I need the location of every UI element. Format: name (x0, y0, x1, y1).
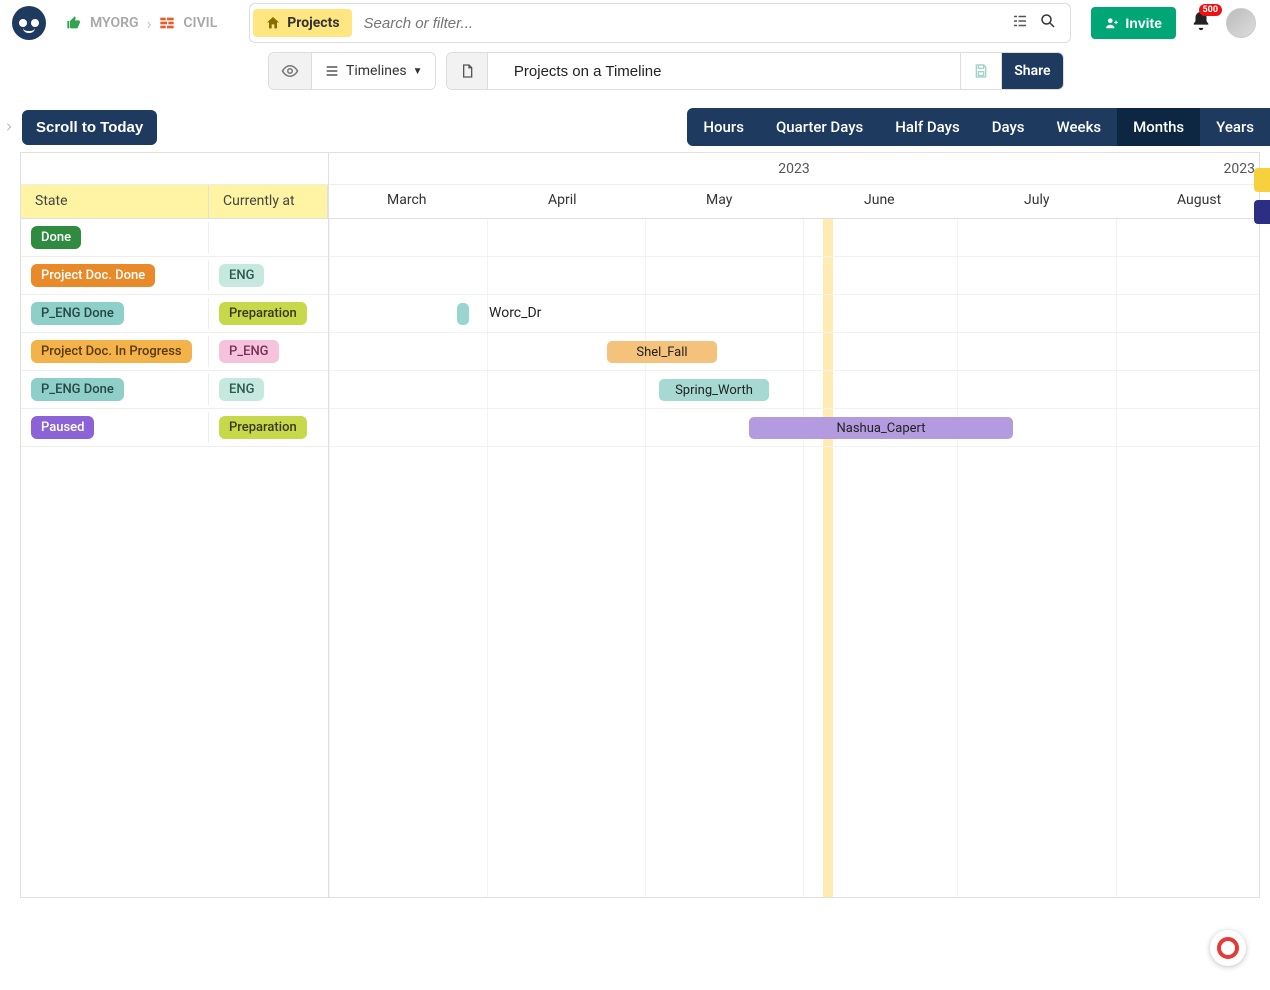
scroll-to-today-button[interactable]: Scroll to Today (22, 110, 157, 145)
scale-tab-days[interactable]: Days (976, 108, 1041, 146)
side-rail-tab[interactable] (1254, 168, 1270, 192)
lifebuoy-icon (1217, 937, 1239, 959)
currently-at-pill: P_ENG (219, 340, 279, 363)
table-header-row: State Currently at (21, 185, 328, 219)
search-icon[interactable] (1039, 12, 1057, 34)
breadcrumb-project[interactable]: CIVIL (183, 15, 217, 31)
invite-label: Invite (1125, 15, 1162, 31)
currently-at-pill: Preparation (219, 416, 307, 439)
search-input[interactable] (358, 15, 1006, 32)
breadcrumb-org[interactable]: MYORG (90, 15, 139, 31)
timeline-bar-label: Worc_Dr (489, 305, 541, 321)
table-row[interactable]: Done (21, 219, 328, 257)
app-logo[interactable] (12, 6, 46, 40)
table-row[interactable]: Project Doc. In Progress P_ENG (21, 333, 328, 371)
table-row[interactable]: Paused Preparation (21, 409, 328, 447)
timeline-bar[interactable] (457, 303, 469, 325)
state-pill: P_ENG Done (31, 302, 124, 325)
gantt-timeline-area[interactable]: 2023 2023 March April May June July August Wo… (329, 153, 1259, 897)
table-row[interactable]: P_ENG Done Preparation (21, 295, 328, 333)
avatar[interactable] (1226, 8, 1256, 38)
timeline-bar[interactable]: Nashua_Capert (749, 417, 1013, 439)
page-icon (459, 63, 475, 79)
visibility-button[interactable] (269, 53, 312, 89)
expand-panel-button[interactable] (0, 120, 18, 134)
chevron-right-icon: › (147, 14, 152, 33)
month-label: May (706, 192, 732, 208)
timeline-bar[interactable]: Spring_Worth (659, 379, 769, 401)
gantt-left-panel: State Currently at Done Project Doc. Done… (21, 153, 329, 897)
table-row[interactable]: P_ENG Done ENG (21, 371, 328, 409)
month-label: August (1177, 192, 1221, 208)
scale-tabs: HoursQuarter DaysHalf DaysDaysWeeksMonth… (687, 108, 1270, 146)
column-header-currently-at[interactable]: Currently at (209, 185, 328, 218)
search-bar: Projects (249, 3, 1071, 43)
invite-button[interactable]: Invite (1091, 7, 1176, 39)
month-label: June (864, 192, 895, 208)
list-icon[interactable] (1011, 12, 1029, 34)
search-context-chip[interactable]: Projects (253, 9, 351, 37)
scale-tab-years[interactable]: Years (1200, 108, 1270, 146)
state-pill: Paused (31, 416, 94, 439)
page-icon-button[interactable] (447, 53, 488, 89)
thumbs-up-icon (66, 15, 82, 31)
month-label: March (387, 192, 427, 208)
home-icon (265, 15, 281, 31)
scale-tab-half-days[interactable]: Half Days (879, 108, 975, 146)
table-row[interactable]: Project Doc. Done ENG (21, 257, 328, 295)
wall-icon (159, 15, 175, 31)
scale-tab-weeks[interactable]: Weeks (1041, 108, 1118, 146)
timeline-year-right: 2023 (1224, 161, 1255, 177)
scale-tab-hours[interactable]: Hours (687, 108, 760, 146)
chevron-down-icon: ▼ (413, 66, 423, 77)
currently-at-pill: Preparation (219, 302, 307, 325)
month-label: April (548, 192, 577, 208)
person-add-icon (1105, 16, 1119, 30)
state-pill: Project Doc. In Progress (31, 340, 192, 363)
menu-icon (324, 63, 340, 79)
notifications-button[interactable]: 500 (1190, 10, 1212, 36)
scale-tab-months[interactable]: Months (1117, 108, 1200, 146)
help-button[interactable] (1210, 930, 1246, 966)
timelines-label: Timelines (346, 63, 407, 79)
chevron-right-icon (4, 120, 14, 134)
share-button[interactable]: Share (1002, 53, 1062, 89)
search-context-label: Projects (287, 15, 339, 31)
state-pill: P_ENG Done (31, 378, 124, 401)
column-header-state[interactable]: State (21, 185, 209, 218)
scale-tab-quarter-days[interactable]: Quarter Days (760, 108, 879, 146)
notification-count: 500 (1199, 4, 1223, 16)
state-pill: Done (31, 226, 81, 249)
eye-icon (281, 62, 299, 80)
floppy-icon (973, 63, 989, 79)
state-pill: Project Doc. Done (31, 264, 155, 287)
currently-at-pill: ENG (219, 264, 264, 287)
timelines-dropdown[interactable]: Timelines ▼ (312, 53, 435, 89)
view-name-input[interactable] (514, 63, 934, 80)
share-label: Share (1014, 63, 1050, 79)
month-label: July (1024, 192, 1049, 208)
currently-at-pill: ENG (219, 378, 264, 401)
save-button[interactable] (961, 53, 1002, 89)
timeline-bar[interactable]: Shel_Fall (607, 341, 717, 363)
side-rail-tab[interactable] (1254, 200, 1270, 224)
timeline-year-left: 2023 (778, 161, 809, 177)
breadcrumb: MYORG › CIVIL (66, 14, 217, 33)
